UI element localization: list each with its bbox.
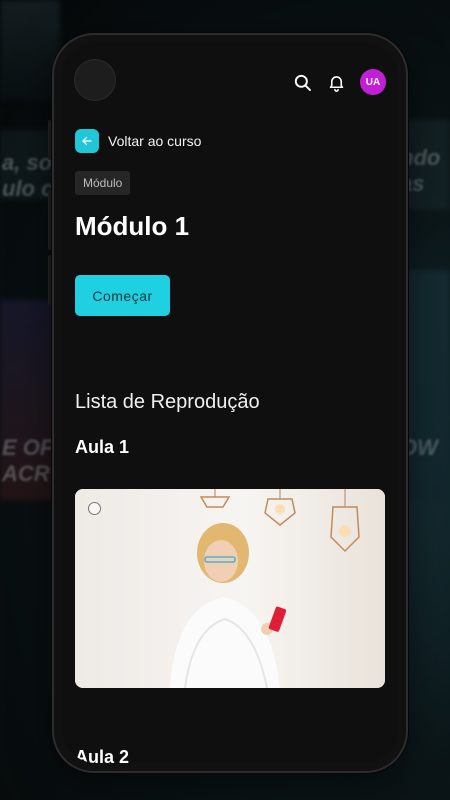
user-avatar[interactable]: UA [360,69,386,95]
playlist-title: Lista de Reprodução [75,391,260,413]
module-title: Módulo 1 [75,211,190,241]
top-bar-actions: UA [292,69,386,95]
back-to-course-label[interactable]: Voltar ao curso [108,133,201,149]
start-button[interactable]: Começar [75,275,170,316]
search-icon[interactable] [292,72,312,92]
bell-icon[interactable] [326,72,346,92]
lesson-thumbnail-photo [75,489,385,688]
front-camera [74,59,116,101]
phone-frame: UA Voltar ao curso Módulo Módulo 1 Começ… [52,33,408,773]
app-screen: UA Voltar ao curso Módulo Módulo 1 Começ… [62,43,398,763]
module-chip: Módulo [75,171,131,195]
check-circle-icon[interactable] [88,502,101,515]
back-to-course-link[interactable]: Voltar ao curso [75,129,201,153]
lesson-title[interactable]: Aula 2 [75,747,129,763]
arrow-left-icon[interactable] [75,129,99,153]
lesson-thumbnail[interactable] [75,489,385,688]
lesson-title[interactable]: Aula 1 [75,437,129,458]
